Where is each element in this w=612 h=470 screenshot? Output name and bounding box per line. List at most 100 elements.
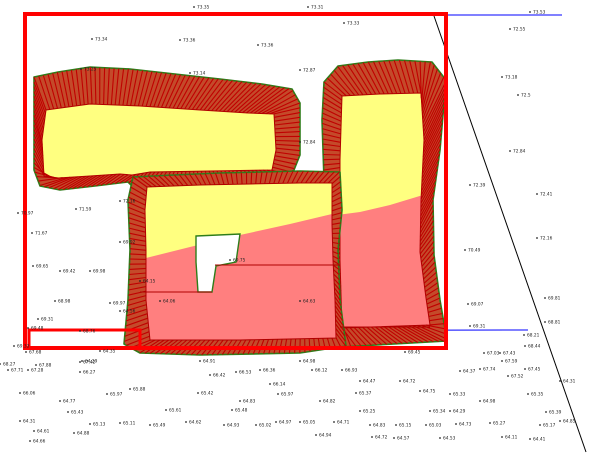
spot-level: 65.97 xyxy=(106,392,123,398)
spot-level-text: 64.93 xyxy=(227,423,240,429)
dot-icon xyxy=(467,303,469,305)
dot-icon xyxy=(507,375,509,377)
spot-level-text: 69.45 xyxy=(408,350,421,356)
spot-level-text: 71.59 xyxy=(79,207,92,213)
spot-level-text: 72.16 xyxy=(123,199,136,205)
spot-level: 64.66 xyxy=(29,439,46,445)
spot-level-text: 64.29 xyxy=(453,409,466,415)
dot-icon xyxy=(35,364,37,366)
spot-level: 65.61 xyxy=(165,408,182,414)
dot-icon xyxy=(79,361,81,363)
dot-icon xyxy=(319,400,321,402)
spot-level-text: 69.48 xyxy=(31,326,44,332)
spot-level-text: 72.84 xyxy=(513,149,526,155)
dot-icon xyxy=(395,424,397,426)
spot-level: 73.31 xyxy=(307,5,324,11)
spot-level: 65.49 xyxy=(149,423,166,429)
spot-level-text: 64.73 xyxy=(459,422,472,428)
spot-level-text: 65.17 xyxy=(543,423,556,429)
spot-level: 73.34 xyxy=(91,37,108,43)
spot-level: 65.15 xyxy=(395,423,412,429)
dot-icon xyxy=(429,410,431,412)
spot-level-text: 68.27 xyxy=(3,362,16,368)
dot-icon xyxy=(75,208,77,210)
spot-level-text: 64.83 xyxy=(243,399,256,405)
spot-level-text: 65.11 xyxy=(123,421,136,427)
spot-level-text: 70.49 xyxy=(468,248,481,254)
dot-icon xyxy=(165,409,167,411)
spot-level-text: 64.31 xyxy=(23,419,36,425)
spot-level: 72.16 xyxy=(536,236,553,242)
dot-icon xyxy=(79,330,81,332)
spot-level: 72.55 xyxy=(509,27,526,33)
spot-level-text: 73.25 xyxy=(84,67,97,73)
spot-level: 69.81 xyxy=(544,296,561,302)
spot-level-text: 65.27 xyxy=(493,421,506,427)
spot-level: 69.92 xyxy=(119,240,136,246)
spot-level-text: 68.76 xyxy=(83,329,96,335)
spot-level-text: 64.37 xyxy=(463,369,476,375)
spot-level-text: 64.91 xyxy=(203,359,216,365)
spot-level-text: 69.65 xyxy=(36,264,49,270)
dot-icon xyxy=(25,351,27,353)
dot-icon xyxy=(359,380,361,382)
dot-icon xyxy=(539,424,541,426)
spot-level: 73.35 xyxy=(193,5,210,11)
spot-level-text: 73.36 xyxy=(183,38,196,44)
spot-level: 65.11 xyxy=(119,421,136,427)
spot-level: 67.03 xyxy=(483,351,500,357)
spot-level: 65.13 xyxy=(89,422,106,428)
spot-level: 64.56 xyxy=(119,309,136,315)
dot-icon xyxy=(425,424,427,426)
dot-icon xyxy=(223,424,225,426)
spot-level: 64.72 xyxy=(371,435,388,441)
spot-level: 70.49 xyxy=(464,248,481,254)
spot-level: 65.17 xyxy=(539,423,556,429)
dot-icon xyxy=(109,302,111,304)
dot-icon xyxy=(185,421,187,423)
spot-level: 64.37 xyxy=(459,369,476,375)
spot-level-text: 64.63 xyxy=(303,299,316,305)
dot-icon xyxy=(299,141,301,143)
spot-level-text: 64.75 xyxy=(423,389,436,395)
dot-icon xyxy=(277,393,279,395)
spot-level-text: 69.92 xyxy=(123,240,136,246)
spot-level-text: 64.41 xyxy=(533,437,546,443)
dot-icon xyxy=(343,22,345,24)
dot-icon xyxy=(315,434,317,436)
dot-icon xyxy=(501,76,503,78)
diagonal-boundary-line xyxy=(433,15,587,453)
spot-level: 64.98 xyxy=(299,359,316,365)
spot-level: 71.67 xyxy=(31,231,48,237)
dot-icon xyxy=(469,325,471,327)
spot-level-text: 73.18 xyxy=(505,75,518,81)
spot-level-text: 65.05 xyxy=(303,420,316,426)
spot-level: 64.91 xyxy=(199,359,216,365)
spot-level: 64.61 xyxy=(33,429,50,435)
dot-icon xyxy=(524,368,526,370)
spot-level-text: 64.72 xyxy=(403,379,416,385)
spot-level: 65.33 xyxy=(449,392,466,398)
spot-level-text: 64.31 xyxy=(563,379,576,385)
spot-level: 68.44 xyxy=(524,344,541,350)
spot-level: 64.75 xyxy=(419,389,436,395)
spot-level-text: 64.83 xyxy=(373,423,386,429)
spot-level: 66.06 xyxy=(19,391,36,397)
dot-icon xyxy=(523,334,525,336)
dot-icon xyxy=(33,430,35,432)
spot-level: 68.81 xyxy=(544,320,561,326)
dot-icon xyxy=(189,72,191,74)
spot-level: 66.12 xyxy=(311,368,328,374)
spot-level: 64.41 xyxy=(529,437,546,443)
dot-icon xyxy=(29,440,31,442)
dot-icon xyxy=(269,383,271,385)
dot-icon xyxy=(67,411,69,413)
spot-level: 72.84 xyxy=(509,149,526,155)
dot-icon xyxy=(73,432,75,434)
dot-icon xyxy=(439,437,441,439)
dot-icon xyxy=(455,423,457,425)
spot-level-text: 67.74 xyxy=(483,367,496,373)
dot-icon xyxy=(89,270,91,272)
spot-level: 65.35 xyxy=(527,392,544,398)
spot-level-text: 65.34 xyxy=(433,409,446,415)
